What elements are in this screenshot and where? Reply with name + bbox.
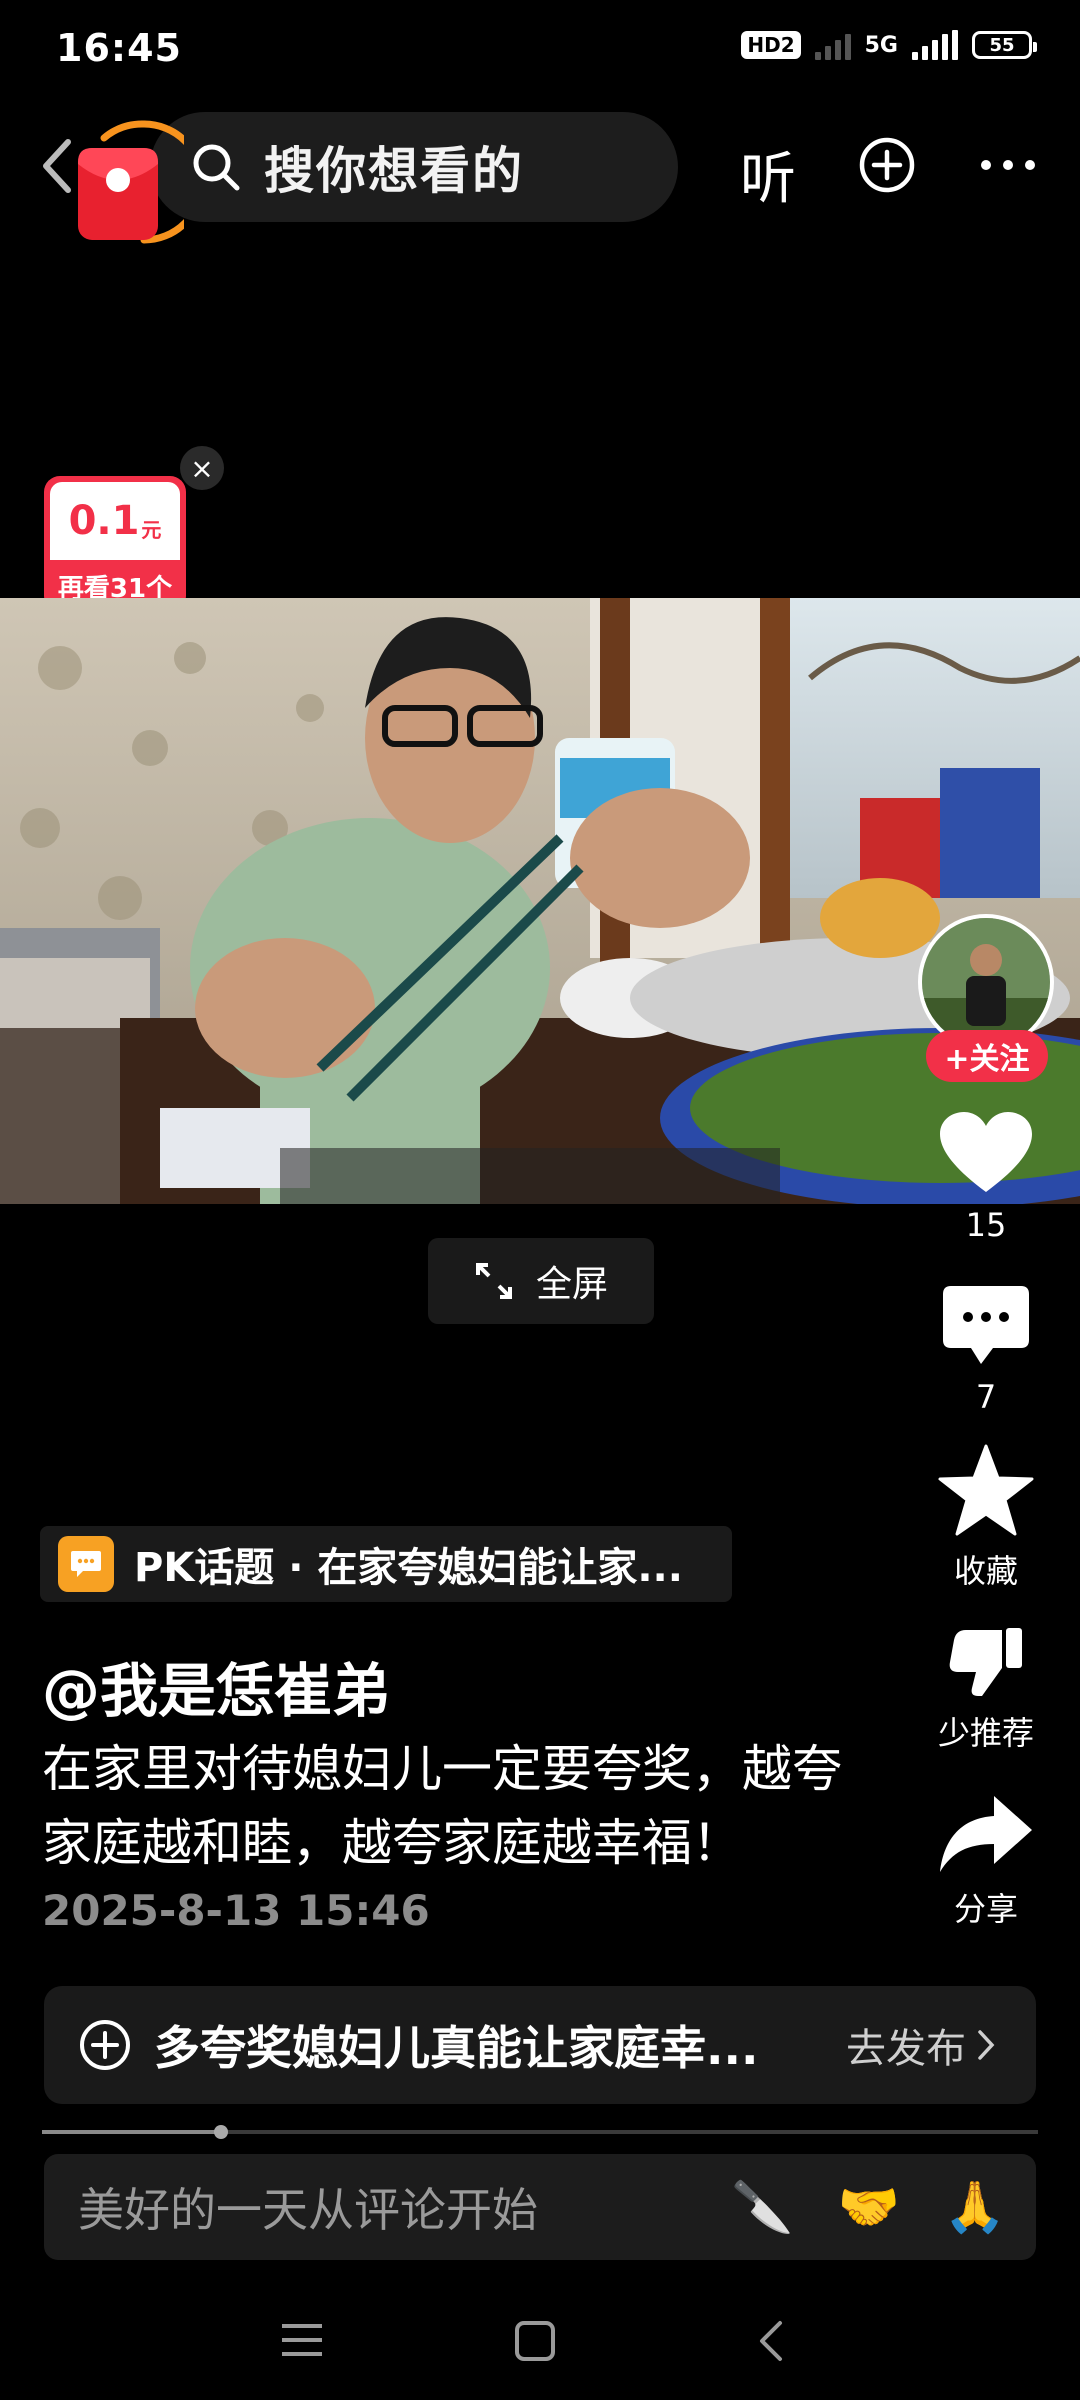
author-name[interactable]: @我是恁崔弟 — [42, 1644, 390, 1728]
chat-bubble-icon — [58, 1536, 114, 1592]
publish-banner[interactable]: 多夸奖媳妇儿真能让家庭幸... 去发布 — [44, 1986, 1036, 2104]
comment-input[interactable]: 美好的一天从评论开始 🔪 🤝 🙏 — [44, 2154, 1036, 2260]
favorite-label: 收藏 — [953, 1552, 1018, 1590]
video-progress-bar[interactable] — [42, 2125, 1038, 2139]
plus-circle-icon — [859, 137, 915, 193]
pk-topic-text: PK话题 · 在家夸媳妇能让家... — [134, 1545, 683, 1591]
emoji-knife-icon[interactable]: 🔪 — [731, 2178, 793, 2237]
pk-topic-banner[interactable]: PK话题 · 在家夸媳妇能让家... — [40, 1526, 732, 1602]
thumbs-down-icon — [949, 1628, 1022, 1696]
nav-home-button[interactable] — [514, 2320, 556, 2366]
search-placeholder: 搜你想看的 — [264, 142, 524, 200]
reward-close-button[interactable]: × — [180, 446, 224, 490]
signal-icon-sim2 — [912, 30, 958, 60]
share-button[interactable]: 分享 — [916, 1794, 1056, 1930]
post-description: 在家里对待媳妇儿一定要夸奖，越夸家庭越和睦，越夸家庭越幸福！ — [42, 1740, 842, 1872]
search-icon — [193, 144, 240, 191]
hd-badge: HD2 — [741, 31, 801, 59]
network-type: 5G — [864, 32, 898, 58]
comment-placeholder: 美好的一天从评论开始 — [78, 2183, 538, 2237]
avatar-image — [922, 918, 1050, 1046]
publish-action: 去发布 — [846, 2026, 966, 2072]
more-dots-icon — [981, 160, 1035, 170]
nav-menu-button[interactable] — [280, 2320, 324, 2364]
status-icons: HD2 5G 55 — [741, 30, 1037, 60]
reward-amount-box: 0.1 元 — [50, 482, 180, 560]
more-button[interactable] — [978, 150, 1038, 180]
reward-widget[interactable]: 0.1 元 再看31个 — [44, 476, 186, 612]
follow-button[interactable]: +关注 — [926, 1030, 1048, 1082]
expand-icon — [475, 1263, 512, 1299]
battery-level: 55 — [989, 34, 1015, 56]
red-packet-icon[interactable] — [74, 118, 206, 248]
home-square-icon — [515, 2321, 555, 2361]
comment-bubble-icon — [943, 1286, 1029, 1364]
heart-icon — [940, 1112, 1032, 1192]
nav-back-button[interactable] — [756, 2320, 786, 2366]
status-time: 16:45 — [56, 26, 182, 70]
back-arrow-icon — [760, 2321, 782, 2361]
plus-circle-icon — [80, 2020, 130, 2070]
emoji-handshake-icon[interactable]: 🤝 — [837, 2178, 899, 2237]
share-arrow-icon — [940, 1796, 1032, 1872]
chevron-left-icon — [43, 139, 71, 193]
search-bar[interactable]: 搜你想看的 — [150, 112, 678, 222]
reward-amount: 0.1 — [68, 498, 140, 544]
menu-icon — [282, 2324, 322, 2356]
less-recommend-button[interactable]: 少推荐 — [916, 1626, 1056, 1754]
chevron-right-icon — [978, 2030, 995, 2060]
add-button[interactable] — [858, 136, 916, 194]
emoji-pray-icon[interactable]: 🙏 — [944, 2178, 1006, 2237]
comment-button[interactable]: 7 — [916, 1284, 1056, 1416]
reward-unit: 元 — [141, 517, 162, 542]
like-button[interactable]: 15 — [916, 1110, 1056, 1244]
progress-handle[interactable] — [214, 2125, 229, 2139]
progress-fill — [42, 2130, 222, 2134]
listen-button[interactable]: 听 — [740, 134, 796, 215]
comment-count: 7 — [975, 1378, 997, 1416]
publish-text: 多夸奖媳妇儿真能让家庭幸... — [154, 2021, 759, 2075]
battery-icon: 55 — [972, 31, 1037, 59]
like-count: 15 — [965, 1206, 1007, 1244]
signal-icon-sim1 — [814, 30, 851, 60]
post-date: 2025-8-13 15:46 — [42, 1886, 430, 1935]
star-icon — [938, 1444, 1034, 1536]
back-button[interactable] — [38, 136, 78, 196]
fullscreen-label: 全屏 — [535, 1264, 608, 1305]
fullscreen-button[interactable]: 全屏 — [428, 1238, 654, 1324]
less-recommend-label: 少推荐 — [937, 1714, 1034, 1752]
favorite-button[interactable]: 收藏 — [916, 1444, 1056, 1592]
share-label: 分享 — [953, 1890, 1018, 1928]
